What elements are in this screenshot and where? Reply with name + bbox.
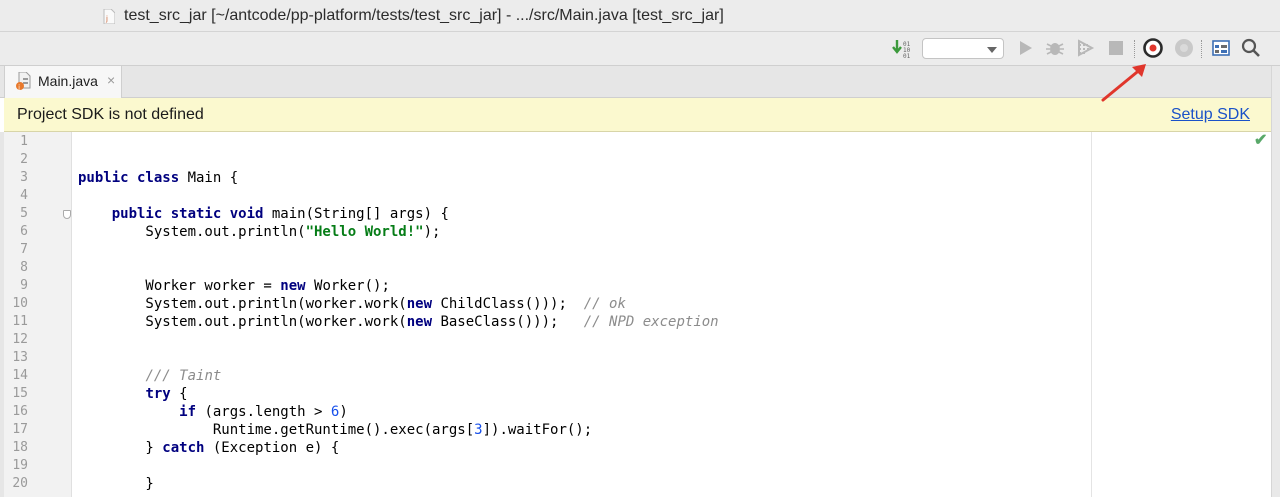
- line-number: 14: [12, 368, 28, 383]
- line-number: 6: [20, 224, 28, 239]
- tab-label: Main.java: [38, 73, 98, 89]
- code-token: Main {: [187, 170, 239, 186]
- line-number: 11: [12, 314, 28, 329]
- code-token: System.out.println(worker.work(: [78, 314, 407, 330]
- code-token: ChildClass()));: [440, 296, 584, 312]
- code-line: System.out.println(worker.work(new BaseC…: [78, 314, 719, 330]
- code-token: // ok: [583, 296, 626, 312]
- tab-main-java[interactable]: j Main.java ×: [4, 66, 122, 98]
- inspection-ok-check-icon[interactable]: ✔: [1254, 130, 1267, 150]
- line-number: 7: [20, 242, 28, 257]
- search-icon[interactable]: [1240, 37, 1262, 59]
- code-token: (args.length >: [204, 404, 331, 420]
- setup-sdk-link[interactable]: Setup SDK: [1171, 106, 1250, 124]
- code-token: new: [406, 296, 441, 312]
- banner-message: Project SDK is not defined: [17, 106, 204, 123]
- code-token: if: [179, 404, 205, 420]
- code-line: System.out.println(worker.work(new Child…: [78, 296, 626, 312]
- code-token: System.out.println(worker.work(: [78, 296, 407, 312]
- code-token: new: [406, 314, 441, 330]
- line-number: 1: [20, 134, 28, 149]
- code-token: public class: [78, 170, 188, 186]
- code-token: new: [280, 278, 315, 294]
- code-token: Worker worker =: [78, 278, 281, 294]
- code-token: /// Taint: [145, 368, 222, 384]
- code-line: } catch (Exception e) {: [78, 440, 339, 456]
- toolbar-separator: [1201, 40, 1203, 58]
- line-number: 18: [12, 440, 28, 455]
- line-number: 9: [20, 278, 28, 293]
- code-token: ): [339, 404, 348, 420]
- java-file-icon: j: [103, 9, 115, 24]
- line-number: 3: [20, 170, 28, 185]
- code-line: try {: [78, 386, 188, 402]
- editor-right-area: [1092, 132, 1271, 497]
- code-line: /// Taint: [78, 368, 221, 384]
- code-token: main(String[] args) {: [271, 206, 449, 222]
- code-token: try: [145, 386, 180, 402]
- code-token: ]).waitFor();: [482, 422, 593, 438]
- code-line: Worker worker = new Worker();: [78, 278, 390, 294]
- run-config-combo[interactable]: [922, 38, 1004, 59]
- svg-text:j: j: [17, 84, 20, 91]
- code-token: );: [423, 224, 441, 240]
- code-token: }: [78, 440, 163, 456]
- code-token: {: [179, 386, 188, 402]
- code-token: // NPD exception: [583, 314, 719, 330]
- line-number: 8: [20, 260, 28, 275]
- line-number: 15: [12, 386, 28, 401]
- code-token: 3: [474, 422, 483, 438]
- project-structure-icon[interactable]: [1210, 37, 1232, 59]
- code-editor[interactable]: public class Main { public static void m…: [73, 132, 1091, 497]
- sdk-notification-banner: Project SDK is not defined Setup SDK: [4, 98, 1271, 132]
- code-token: (Exception e) {: [212, 440, 340, 456]
- svg-text:j: j: [105, 15, 108, 23]
- build-icon[interactable]: 01 10 01: [892, 37, 914, 59]
- line-number: 16: [12, 404, 28, 419]
- code-token: BaseClass()));: [440, 314, 584, 330]
- code-token: Worker();: [314, 278, 390, 294]
- stop-record-icon[interactable]: [1173, 37, 1195, 59]
- line-number: 13: [12, 350, 28, 365]
- line-number: 20: [12, 476, 28, 491]
- code-line: public class Main {: [78, 170, 238, 186]
- chevron-down-icon[interactable]: [987, 47, 997, 53]
- code-line: Runtime.getRuntime().exec(args[3]).waitF…: [78, 422, 592, 438]
- code-token: Runtime.getRuntime().exec(args[: [78, 422, 475, 438]
- editor-gutter: 1 2 3 4 5 6 7 8 9 10 11 12 13 14 15 16 17 18 19 20: [4, 132, 72, 497]
- close-icon[interactable]: ×: [107, 72, 115, 88]
- code-line: }: [78, 476, 154, 492]
- line-number: 2: [20, 152, 28, 167]
- line-number: 19: [12, 458, 28, 473]
- code-token: public static void: [111, 206, 272, 222]
- debug-icon[interactable]: [1044, 37, 1066, 59]
- annotation-arrow-icon: [1101, 64, 1146, 102]
- code-line: System.out.println("Hello World!");: [78, 224, 440, 240]
- java-class-icon: j: [16, 72, 31, 91]
- fold-marker-icon[interactable]: [63, 210, 71, 219]
- line-number: 17: [12, 422, 28, 437]
- run-icon[interactable]: [1014, 37, 1036, 59]
- window-title: test_src_jar [~/antcode/pp-platform/test…: [124, 7, 724, 24]
- code-token: System.out.println(: [78, 224, 306, 240]
- code-token: "Hello World!": [305, 224, 424, 240]
- code-token: }: [78, 476, 154, 492]
- code-line: if (args.length > 6): [78, 404, 348, 420]
- line-number: 12: [12, 332, 28, 347]
- line-number: 4: [20, 188, 28, 203]
- svg-text:01: 01: [903, 53, 911, 59]
- editor-tab-strip: j Main.java ×: [0, 66, 1280, 98]
- editor-scrollbar[interactable]: [1271, 66, 1280, 497]
- line-number: 5: [20, 206, 28, 221]
- code-line: public static void main(String[] args) {: [78, 206, 449, 222]
- code-token: catch: [162, 440, 213, 456]
- coverage-icon[interactable]: [1074, 37, 1096, 59]
- line-number: 10: [12, 296, 28, 311]
- window-title-bar: j test_src_jar [~/antcode/pp-platform/te…: [0, 0, 1280, 32]
- main-toolbar: 01 10 01: [0, 32, 1280, 66]
